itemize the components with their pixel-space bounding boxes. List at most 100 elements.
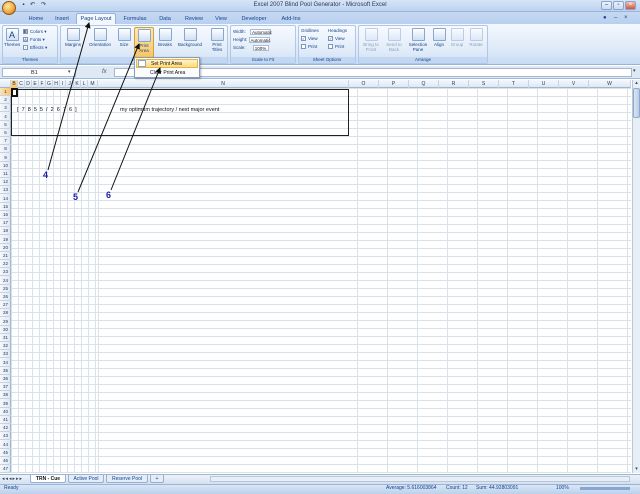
row-header-5[interactable]: 5 <box>0 121 11 129</box>
row-header-39[interactable]: 39 <box>0 400 11 408</box>
scroll-up-icon[interactable]: ▴ <box>633 80 640 87</box>
insert-sheet-icon[interactable]: + <box>150 475 164 483</box>
sheet-tab-trn-cue[interactable]: TRN - Cue <box>30 475 66 483</box>
row-header-13[interactable]: 13 <box>0 186 11 195</box>
background-button[interactable]: Background <box>175 28 205 47</box>
headings-view-checkbox[interactable]: ✓ View <box>328 35 345 42</box>
row-header-26[interactable]: 26 <box>0 293 11 301</box>
height-select[interactable]: Automatic <box>248 36 271 43</box>
print-titles-button[interactable]: Print Titles <box>207 28 227 52</box>
row-header-23[interactable]: 23 <box>0 268 11 277</box>
column-header-h[interactable]: H <box>53 80 60 88</box>
column-header-u[interactable]: U <box>529 80 559 88</box>
restore-icon[interactable]: ▫ <box>613 1 624 10</box>
column-header-k[interactable]: K <box>74 80 81 88</box>
column-header-v[interactable]: V <box>559 80 589 88</box>
scale-spinner[interactable]: 100% <box>252 44 269 51</box>
column-header-d[interactable]: D <box>25 80 32 88</box>
row-header-12[interactable]: 12 <box>0 178 11 187</box>
send-to-back-button[interactable]: Send to Back <box>383 28 405 52</box>
name-box[interactable]: B1 <box>2 68 76 77</box>
align-button[interactable]: Align <box>431 28 447 47</box>
column-header-q[interactable]: Q <box>409 80 439 88</box>
expand-formula-bar-icon[interactable]: ▾ <box>633 68 639 77</box>
row-header-45[interactable]: 45 <box>0 449 11 457</box>
row-header-4[interactable]: 4 <box>0 113 11 121</box>
sheet-nav-icon[interactable]: ◂◂◂▸▸▸ <box>2 476 23 482</box>
row-header-31[interactable]: 31 <box>0 334 11 342</box>
row-header-36[interactable]: 36 <box>0 375 11 383</box>
row-header-29[interactable]: 29 <box>0 318 11 326</box>
column-header-f[interactable]: F <box>39 80 46 88</box>
row-header-34[interactable]: 34 <box>0 359 11 367</box>
row-header-15[interactable]: 15 <box>0 203 11 211</box>
workbook-close-icon[interactable]: × <box>624 15 628 21</box>
column-header-t[interactable]: T <box>499 80 529 88</box>
tab-review[interactable]: Review <box>180 14 208 24</box>
row-header-46[interactable]: 46 <box>0 457 11 465</box>
ribbon-minimize-icon[interactable]: – <box>614 15 617 21</box>
row-header-37[interactable]: 37 <box>0 383 11 392</box>
row3-note-cell[interactable]: my optimum trajectory / next major event <box>120 107 219 113</box>
row-header-40[interactable]: 40 <box>0 408 11 416</box>
print-area-button[interactable]: Print Area <box>134 27 154 58</box>
column-header-w[interactable]: W <box>589 80 631 88</box>
column-header-l[interactable]: L <box>81 80 88 88</box>
row-header-28[interactable]: 28 <box>0 309 11 318</box>
effects-button[interactable]: ◦ Effects ▾ <box>23 44 47 51</box>
row-header-27[interactable]: 27 <box>0 301 11 310</box>
zoom-slider[interactable] <box>580 487 630 490</box>
bring-to-front-button[interactable]: Bring to Front <box>360 28 382 52</box>
headings-print-checkbox[interactable]: Print <box>328 43 344 50</box>
vertical-scrollbar[interactable]: ▴ ▾ <box>632 80 640 473</box>
fonts-button[interactable]: A Fonts ▾ <box>23 36 45 43</box>
tab-insert[interactable]: Insert <box>50 14 74 24</box>
tab-formulas[interactable]: Formulas <box>120 14 150 24</box>
tab-view[interactable]: View <box>210 14 232 24</box>
row-header-30[interactable]: 30 <box>0 326 11 334</box>
row-header-16[interactable]: 16 <box>0 211 11 219</box>
rotate-button[interactable]: Rotate <box>467 28 485 47</box>
row-header-20[interactable]: 20 <box>0 244 11 252</box>
row-header-41[interactable]: 41 <box>0 416 11 424</box>
row-header-19[interactable]: 19 <box>0 236 11 244</box>
row-header-25[interactable]: 25 <box>0 285 11 293</box>
margins-button[interactable]: Margins <box>63 28 83 47</box>
row-header-38[interactable]: 38 <box>0 391 11 400</box>
row-header-7[interactable]: 7 <box>0 137 11 146</box>
status-zoom[interactable]: 100% <box>556 485 569 491</box>
clear-print-area-item[interactable]: Clear Print Area <box>136 69 198 78</box>
row-header-9[interactable]: 9 <box>0 154 11 162</box>
group-button[interactable]: Group <box>448 28 466 47</box>
horizontal-scrollbar[interactable] <box>210 476 630 482</box>
minimize-icon[interactable]: – <box>601 1 612 10</box>
tab-developer[interactable]: Developer <box>236 14 272 24</box>
tab-add-ins[interactable]: Add-Ins <box>276 14 306 24</box>
row-header-14[interactable]: 14 <box>0 195 11 203</box>
column-header-j[interactable]: J <box>66 80 74 88</box>
column-header-g[interactable]: G <box>46 80 53 88</box>
column-header-p[interactable]: P <box>379 80 409 88</box>
tab-home[interactable]: Home <box>24 14 48 24</box>
row-header-44[interactable]: 44 <box>0 441 11 449</box>
tab-data[interactable]: Data <box>154 14 176 24</box>
row-header-35[interactable]: 35 <box>0 367 11 375</box>
row-header-3[interactable]: 3 <box>0 104 11 113</box>
row-header-32[interactable]: 32 <box>0 342 11 351</box>
row-header-2[interactable]: 2 <box>0 96 11 105</box>
row-header-33[interactable]: 33 <box>0 350 11 359</box>
column-header-b[interactable]: B <box>11 80 18 88</box>
row-header-43[interactable]: 43 <box>0 432 11 441</box>
scrollbar-thumb[interactable] <box>633 88 640 118</box>
row-header-18[interactable]: 18 <box>0 227 11 236</box>
size-button[interactable]: Size <box>116 28 132 47</box>
row-header-1[interactable]: 1 <box>0 88 11 96</box>
breaks-button[interactable]: Breaks <box>156 28 174 47</box>
row-header-22[interactable]: 22 <box>0 260 11 269</box>
column-header-s[interactable]: S <box>469 80 499 88</box>
sheet-tab-reserve-pool[interactable]: Reserve Pool <box>106 475 148 483</box>
help-icon[interactable]: ● <box>603 15 607 21</box>
close-icon[interactable]: × <box>625 1 636 10</box>
column-header-o[interactable]: O <box>349 80 379 88</box>
row-header-24[interactable]: 24 <box>0 277 11 285</box>
